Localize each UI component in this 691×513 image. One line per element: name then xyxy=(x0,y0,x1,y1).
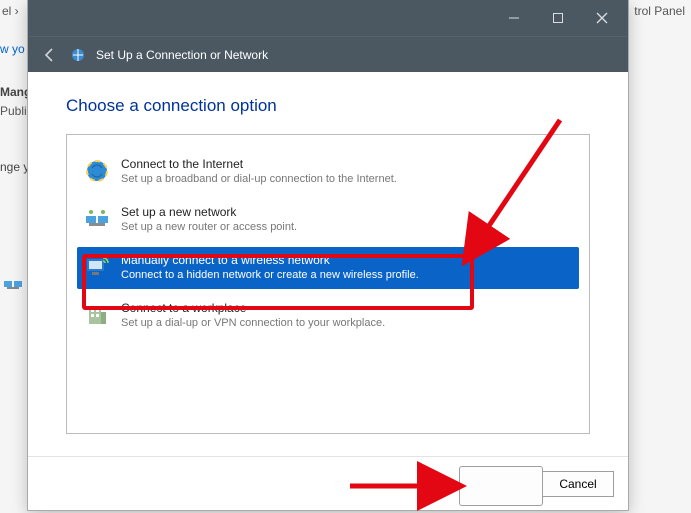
option-manual-wireless[interactable]: Manually connect to a wireless network C… xyxy=(77,247,579,289)
option-workplace[interactable]: Connect to a workplace Set up a dial-up … xyxy=(77,295,579,337)
background-network-icon xyxy=(4,278,22,292)
wizard-dialog: Set Up a Connection or Network Choose a … xyxy=(28,0,628,510)
option-new-network[interactable]: Set up a new network Set up a new router… xyxy=(77,199,579,241)
option-desc: Set up a broadband or dial-up connection… xyxy=(121,173,397,185)
building-icon xyxy=(83,301,111,329)
background-breadcrumb-right: trol Panel xyxy=(634,4,685,18)
close-button[interactable] xyxy=(580,3,624,33)
wizard-title: Set Up a Connection or Network xyxy=(96,48,268,62)
globe-icon xyxy=(83,157,111,185)
back-arrow-icon[interactable] xyxy=(40,45,60,65)
option-desc: Connect to a hidden network or create a … xyxy=(121,269,419,281)
monitor-wireless-icon xyxy=(83,253,111,281)
option-title: Connect to the Internet xyxy=(121,157,397,171)
titlebar xyxy=(28,0,628,36)
router-icon xyxy=(83,205,111,233)
wizard-header: Set Up a Connection or Network xyxy=(28,36,628,72)
next-button[interactable]: Next xyxy=(460,471,532,497)
option-desc: Set up a dial-up or VPN connection to yo… xyxy=(121,317,385,329)
option-connect-internet[interactable]: Connect to the Internet Set up a broadba… xyxy=(77,151,579,193)
wizard-content: Choose a connection option Connect to th… xyxy=(28,72,628,456)
network-globe-icon xyxy=(70,47,86,63)
page-heading: Choose a connection option xyxy=(66,96,590,116)
cancel-button[interactable]: Cancel xyxy=(542,471,614,497)
option-title: Connect to a workplace xyxy=(121,301,385,315)
maximize-button[interactable] xyxy=(536,3,580,33)
option-title: Set up a new network xyxy=(121,205,297,219)
options-list: Connect to the Internet Set up a broadba… xyxy=(66,134,590,434)
option-title: Manually connect to a wireless network xyxy=(121,253,419,267)
background-sidebar-fragment: w yo Mang Publi nge y xyxy=(0,40,30,177)
option-desc: Set up a new router or access point. xyxy=(121,221,297,233)
wizard-footer: Next Cancel xyxy=(28,456,628,510)
minimize-button[interactable] xyxy=(492,3,536,33)
background-breadcrumb-left: el › xyxy=(0,4,19,18)
